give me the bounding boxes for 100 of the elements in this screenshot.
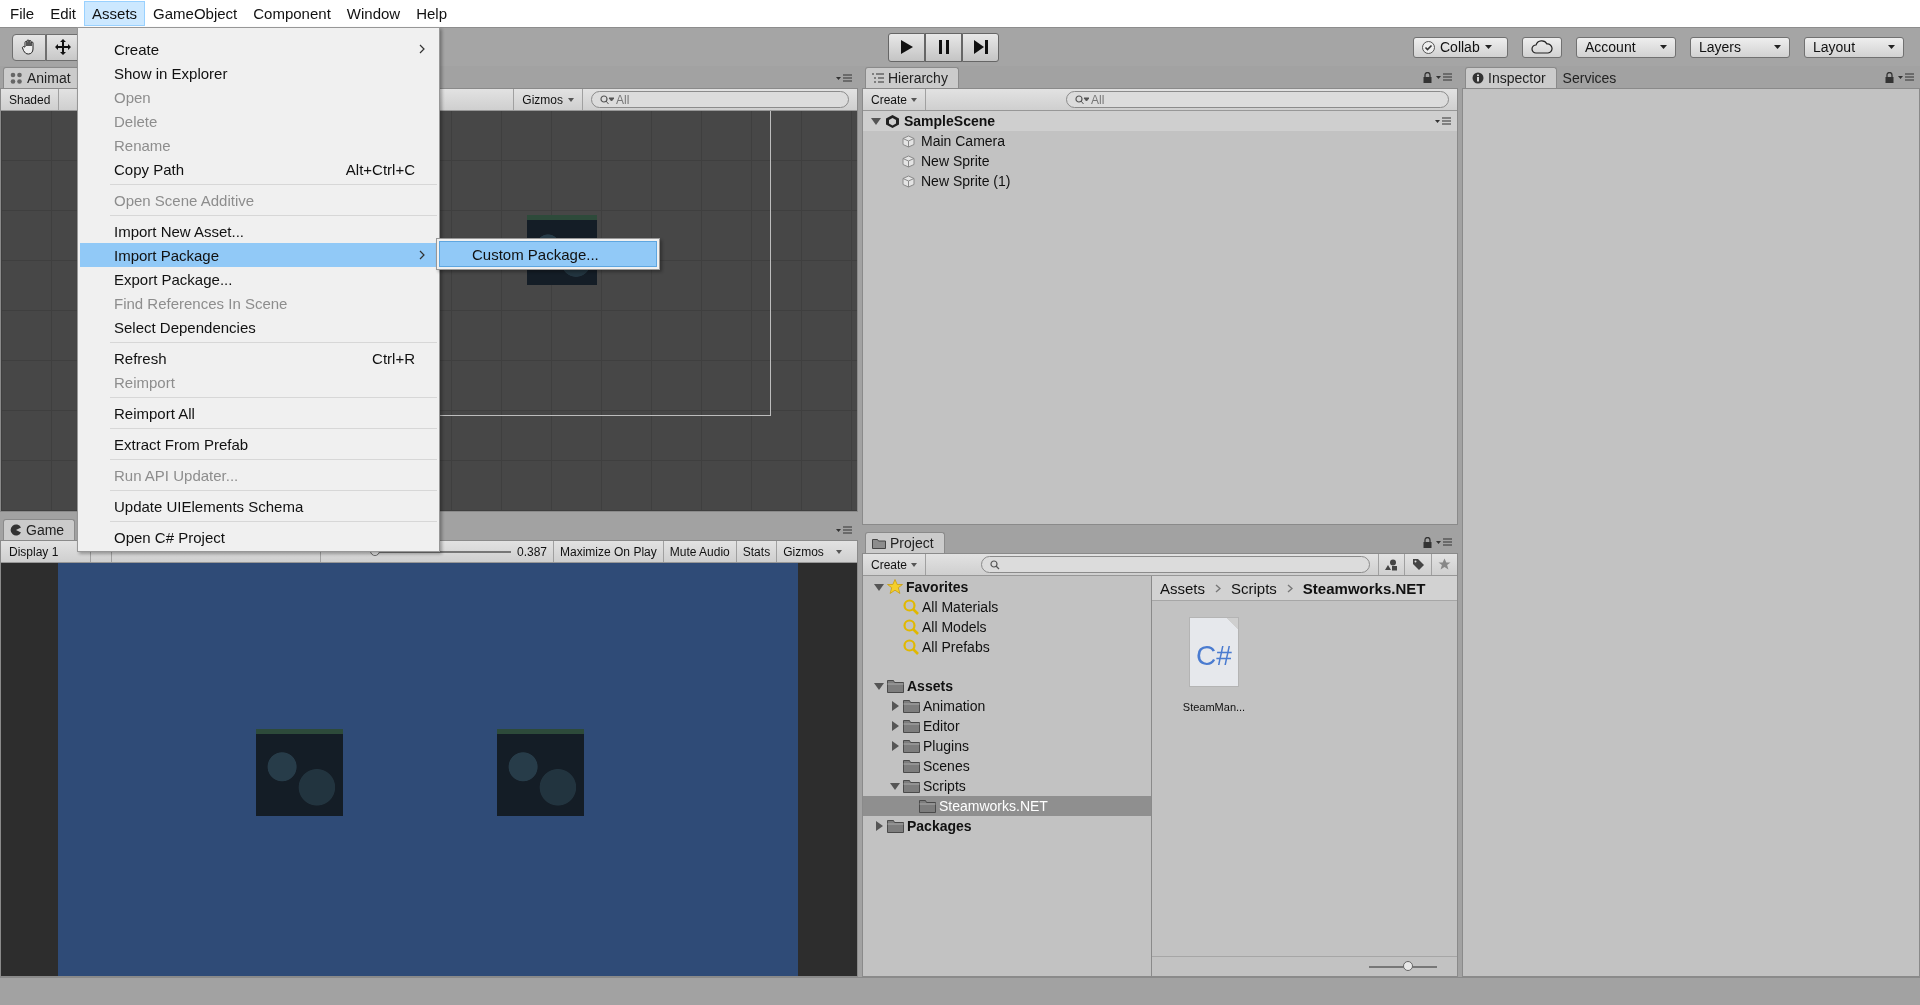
tree-item[interactable]: All Prefabs xyxy=(922,639,990,655)
create-dropdown[interactable]: Create xyxy=(863,89,927,110)
tree-item[interactable]: All Models xyxy=(922,619,987,635)
gizmos-dropdown[interactable]: Gizmos xyxy=(513,89,583,110)
tree-item[interactable]: Editor xyxy=(923,718,960,734)
file-name[interactable]: SteamMan... xyxy=(1182,701,1246,713)
toolbar-toggle[interactable]: Mute Audio xyxy=(662,541,736,562)
tree-item[interactable]: Scripts xyxy=(923,778,966,794)
tree-item[interactable]: Animation xyxy=(923,698,986,714)
menu-item[interactable]: Select Dependencies xyxy=(80,315,437,339)
cube-icon xyxy=(902,154,915,168)
hand-tool-button[interactable] xyxy=(12,33,46,61)
dropdown-button[interactable]: Layout xyxy=(1804,36,1904,58)
menu-icon[interactable] xyxy=(1436,73,1452,81)
folder-icon xyxy=(872,537,886,549)
pause-icon xyxy=(937,39,950,55)
dropdown-button[interactable]: Layers xyxy=(1690,36,1790,58)
tag-icon xyxy=(1411,558,1425,571)
panel-tab[interactable]: Game xyxy=(3,519,76,540)
menu-item[interactable]: Show in Explorer xyxy=(80,61,437,85)
unity-logo-icon xyxy=(885,113,900,129)
collab-button[interactable]: Collab xyxy=(1413,36,1508,58)
animator-icon xyxy=(10,71,23,85)
menu-bar-item[interactable]: Component xyxy=(245,1,339,26)
panel-tab[interactable]: Services xyxy=(1556,68,1627,88)
caret-icon xyxy=(1484,45,1492,49)
tree-item[interactable]: Scenes xyxy=(923,758,970,774)
create-dropdown[interactable]: Create xyxy=(863,554,927,575)
menu-bar-item[interactable]: Window xyxy=(338,1,409,26)
expand-arrow-icon[interactable] xyxy=(874,582,884,592)
expand-arrow-icon[interactable] xyxy=(874,821,884,831)
expand-arrow-icon[interactable] xyxy=(890,781,900,791)
hierarchy-item[interactable]: New Sprite xyxy=(921,153,990,169)
breadcrumb-item[interactable]: Assets xyxy=(1160,579,1205,597)
menu-item[interactable]: Create xyxy=(80,37,437,61)
panel-tab[interactable]: Project xyxy=(865,532,945,553)
menu-item[interactable]: Export Package... xyxy=(80,267,437,291)
menu-icon[interactable] xyxy=(1435,117,1451,125)
tree-item[interactable]: Plugins xyxy=(923,738,969,754)
search-icon xyxy=(990,559,1001,570)
menu-bar-item[interactable]: GameObject xyxy=(145,1,246,26)
hierarchy-item[interactable]: Main Camera xyxy=(921,133,1006,149)
tree-item[interactable]: Favorites xyxy=(906,579,969,595)
menu-item[interactable]: Refresh Ctrl+R xyxy=(80,346,437,370)
lock-icon[interactable] xyxy=(1423,71,1432,83)
menu-item[interactable]: Import Package xyxy=(80,243,437,267)
breadcrumb-item[interactable]: Steamworks.NET xyxy=(1302,579,1426,597)
menu-bar-item[interactable]: Assets xyxy=(84,1,146,26)
tree-item[interactable]: Packages xyxy=(907,818,972,834)
lock-icon[interactable] xyxy=(1423,536,1432,548)
star-icon xyxy=(887,579,903,595)
folder-icon xyxy=(903,699,920,713)
move-icon xyxy=(54,38,72,56)
lock-icon[interactable] xyxy=(1885,71,1894,83)
toolbar-toggle[interactable]: Maximize On Play xyxy=(553,541,663,562)
search-icon xyxy=(1075,94,1090,105)
expand-arrow-icon[interactable] xyxy=(890,721,900,731)
search-icon xyxy=(903,599,919,615)
check-circle-icon xyxy=(1422,40,1435,54)
play-button[interactable] xyxy=(888,32,925,62)
menu-bar-item[interactable]: Help xyxy=(408,1,456,26)
pause-button[interactable] xyxy=(925,32,962,62)
shading-dropdown[interactable]: Shaded xyxy=(1,89,60,110)
hierarchy-item[interactable]: New Sprite (1) xyxy=(921,173,1011,189)
expand-arrow-icon[interactable] xyxy=(890,741,900,751)
menu-item[interactable]: Copy Path Alt+Ctrl+C xyxy=(80,157,437,181)
search-icon xyxy=(903,639,919,655)
expand-arrow-icon[interactable] xyxy=(871,116,881,126)
menu-item[interactable]: Import New Asset... xyxy=(80,219,437,243)
menu-icon[interactable] xyxy=(1436,538,1452,546)
dropdown-button[interactable]: Account xyxy=(1576,36,1676,58)
menu-item[interactable]: Custom Package... xyxy=(439,241,657,267)
caret-icon xyxy=(568,97,574,102)
expand-arrow-icon[interactable] xyxy=(874,681,884,691)
menu-item[interactable]: Update UIElements Schema xyxy=(80,494,437,518)
tree-item[interactable]: All Materials xyxy=(922,599,999,615)
menu-icon[interactable] xyxy=(836,526,852,534)
move-tool-button[interactable] xyxy=(46,33,80,61)
shapes-icon xyxy=(1385,558,1399,571)
toolbar-toggle[interactable]: Stats xyxy=(735,541,777,562)
scene-name[interactable]: SampleScene xyxy=(904,113,996,129)
menu-item[interactable]: Extract From Prefab xyxy=(80,432,437,456)
menu-icon[interactable] xyxy=(836,74,852,82)
cloud-button[interactable] xyxy=(1522,36,1562,58)
folder-icon xyxy=(903,719,920,733)
caret-icon xyxy=(911,562,918,567)
menu-icon[interactable] xyxy=(1898,73,1914,81)
menu-item[interactable]: Reimport All xyxy=(80,401,437,425)
breadcrumb-item[interactable]: Scripts xyxy=(1231,579,1277,597)
caret-icon[interactable] xyxy=(835,549,842,554)
menu-bar-item[interactable]: File xyxy=(2,1,43,26)
search-field[interactable] xyxy=(981,556,1371,573)
expand-arrow-icon[interactable] xyxy=(890,701,900,711)
toolbar-toggle[interactable]: Gizmos xyxy=(776,541,830,562)
info-icon xyxy=(1472,72,1484,84)
menu-bar-item[interactable]: Edit xyxy=(42,1,85,26)
panel-tab[interactable]: Hierarchy xyxy=(865,67,959,88)
step-button[interactable] xyxy=(962,32,999,62)
panel-tab[interactable]: Inspector xyxy=(1465,67,1557,88)
tree-item[interactable]: Assets xyxy=(907,678,953,694)
